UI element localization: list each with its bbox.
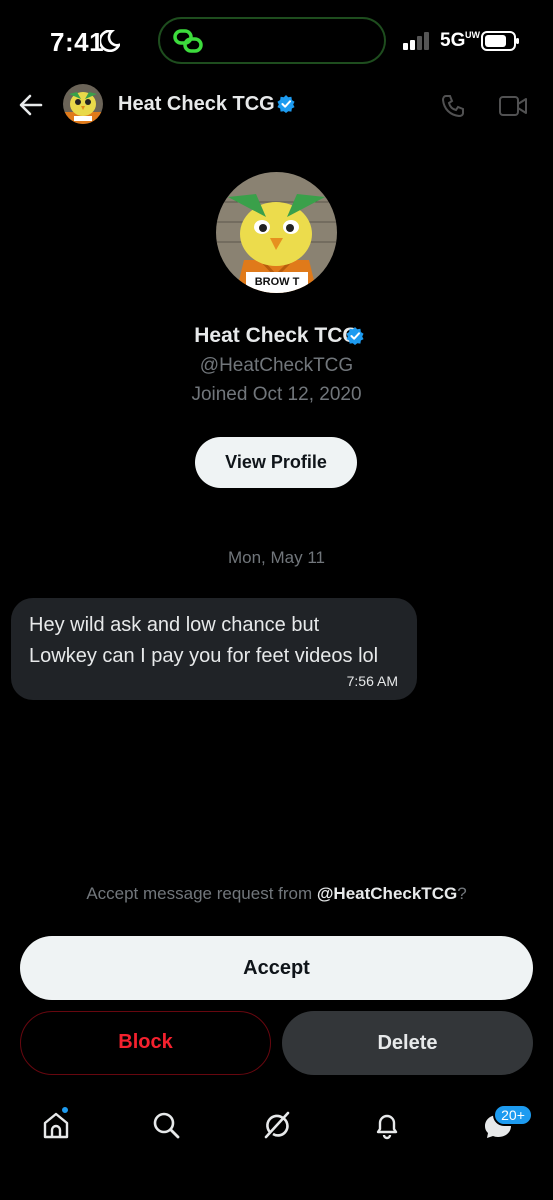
network-sup: UW: [465, 30, 480, 40]
profile-joined-date: Joined Oct 12, 2020: [191, 384, 362, 405]
message-line: Lowkey can I pay you for feet videos lol: [29, 645, 379, 667]
profile-avatar[interactable]: BROW T: [216, 172, 337, 293]
owl-avatar-image: [63, 84, 103, 124]
notifications-icon[interactable]: [372, 1110, 402, 1140]
signal-strength-icon: [403, 32, 429, 50]
request-handle: @HeatCheckTCG: [316, 884, 458, 903]
message-bubble[interactable]: Hey wild ask and low chance but Lowkey c…: [11, 598, 417, 700]
message-timestamp: 7:56 AM: [346, 673, 398, 689]
date-separator: Mon, May 11: [227, 548, 325, 567]
profile-name-row: Heat Check TCG: [0, 324, 553, 348]
profile-handle: @HeatCheckTCG: [199, 355, 354, 376]
moon-icon: [100, 30, 120, 52]
verified-badge-icon: [277, 95, 295, 113]
home-new-dot: [61, 1106, 69, 1114]
header-avatar[interactable]: [63, 84, 103, 124]
search-icon[interactable]: [151, 1110, 181, 1140]
message-request-prompt: Accept message request from @HeatCheckTC…: [0, 884, 553, 904]
dynamic-island[interactable]: [158, 17, 386, 64]
accept-button[interactable]: Accept: [20, 936, 533, 1000]
request-suffix: ?: [457, 884, 467, 903]
grok-icon[interactable]: [262, 1110, 292, 1140]
profile-name: Heat Check TCG: [194, 324, 359, 347]
messages-unread-badge: 20+: [493, 1104, 533, 1126]
link-activity-icon: [173, 29, 203, 53]
verified-badge-icon: [346, 327, 364, 345]
status-time: 7:41: [50, 27, 105, 57]
bottom-tab-bar: [0, 1100, 553, 1160]
home-icon[interactable]: [41, 1110, 71, 1140]
delete-button[interactable]: Delete: [282, 1011, 533, 1075]
back-arrow-icon[interactable]: [18, 92, 44, 118]
view-profile-button[interactable]: View Profile: [195, 437, 357, 488]
status-bar: 7:41 5G UW: [0, 0, 553, 80]
request-prefix: Accept message request from: [86, 884, 317, 903]
block-button[interactable]: Block: [20, 1011, 271, 1075]
owl-mugshot-image: [216, 172, 337, 293]
phone-icon[interactable]: [440, 93, 466, 119]
header-name[interactable]: Heat Check TCG: [118, 93, 275, 116]
video-icon[interactable]: [499, 95, 527, 117]
message-line: Hey wild ask and low chance but: [29, 614, 320, 636]
network-type: 5G: [440, 30, 466, 51]
avatar-sign-text: BROW T: [254, 276, 300, 288]
battery-icon: [481, 31, 519, 51]
conversation-header: Heat Check TCG: [0, 80, 553, 132]
